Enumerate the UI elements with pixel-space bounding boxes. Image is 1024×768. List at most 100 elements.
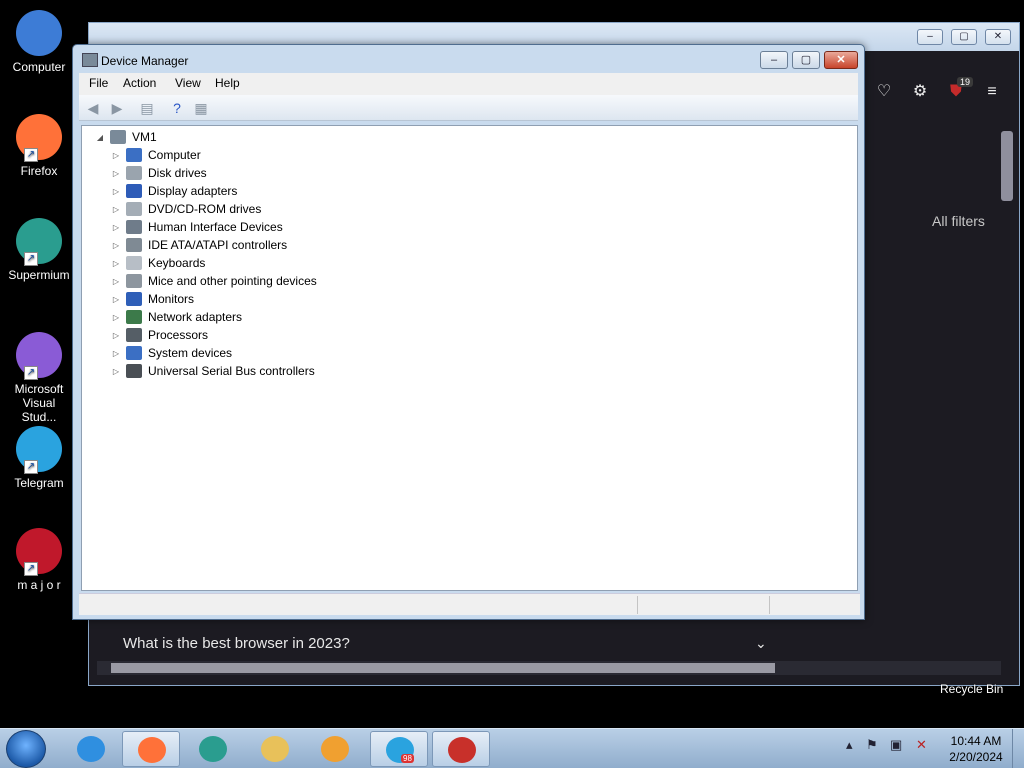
horizontal-scrollbar[interactable] [97,661,1001,675]
expand-icon[interactable]: ▷ [110,205,122,214]
ublock-badge: 19 [957,77,974,87]
taskbar-telegram-button[interactable]: 98 [370,731,428,767]
maximize-button[interactable]: ▢ [792,51,820,69]
toolbox-icon [448,737,476,763]
tree-node-label: Computer [148,148,201,162]
show-desktop-button[interactable] [1012,729,1024,768]
expand-icon[interactable]: ▷ [110,187,122,196]
expand-icon[interactable]: ▷ [110,331,122,340]
expand-icon[interactable]: ▷ [110,367,122,376]
help-icon[interactable]: ? [167,99,187,117]
clock-date: 2/20/2024 [949,750,1003,764]
tree-node[interactable]: ▷ Disk drives [110,164,207,182]
properties-icon[interactable]: ▦ [191,99,211,117]
expand-icon[interactable]: ▷ [110,277,122,286]
tree-node[interactable]: ▷ Monitors [110,290,194,308]
desktop-icon[interactable]: ↗ Microsoft Visual Stud... [4,332,74,424]
tree-node[interactable]: ▷ Network adapters [110,308,242,326]
browser-minimize-button[interactable]: – [917,29,943,45]
desktop-icon-label: m a j o r [17,578,61,592]
minimize-button[interactable]: – [760,51,788,69]
folder-icon [261,736,289,762]
browser-close-button[interactable]: ✕ [985,29,1011,45]
menu-view[interactable]: View [175,76,201,90]
expand-icon[interactable]: ▷ [110,349,122,358]
collapse-icon[interactable]: ◢ [94,133,106,142]
expand-icon[interactable]: ▷ [110,241,122,250]
processor-icon [126,328,142,342]
status-bar [79,593,860,615]
expand-icon[interactable]: ▷ [110,259,122,268]
extensions-icon[interactable]: ⚙ [909,81,931,103]
taskbar-firefox-button[interactable] [122,731,180,767]
hscroll-thumb[interactable] [111,663,775,673]
tree-root[interactable]: ◢ VM1 [94,128,157,146]
tree-node[interactable]: ▷ Display adapters [110,182,237,200]
network-icon[interactable]: ▣ [890,737,902,753]
tree-node[interactable]: ▷ Processors [110,326,208,344]
menu-file[interactable]: File [89,76,108,90]
status-divider [637,596,638,614]
volume-muted-icon[interactable]: ✕ [916,737,927,753]
desktop-icon[interactable]: ↗ Telegram [4,426,74,490]
pocket-icon[interactable]: ♡ [873,81,895,103]
menu-action[interactable]: Action [123,76,156,90]
taskbar-device-manager-button[interactable] [432,731,490,767]
show-hidden-icons-icon[interactable]: ▴ [846,737,853,753]
scroll-thumb[interactable] [1001,131,1013,201]
desktop-icon[interactable]: ↗ m a j o r [4,528,74,592]
expand-icon[interactable]: ▷ [110,295,122,304]
tree-node-label: Universal Serial Bus controllers [148,364,315,378]
device-tree[interactable]: ◢ VM1 ▷ Computer ▷ Disk drives ▷ Display adap… [81,125,858,591]
tree-node[interactable]: ▷ Human Interface Devices [110,218,283,236]
tree-node[interactable]: ▷ Keyboards [110,254,205,272]
tree-node-label: Human Interface Devices [148,220,283,234]
taskbar-internet-explorer-button[interactable] [62,731,120,767]
clock[interactable]: 10:44 AM 2/20/2024 [944,733,1008,765]
tree-node[interactable]: ▷ IDE ATA/ATAPI controllers [110,236,287,254]
firefox-icon: ↗ [16,114,62,162]
tree-node-label: DVD/CD-ROM drives [148,202,262,216]
tree-node-label: Keyboards [148,256,206,270]
shortcut-arrow-icon: ↗ [24,460,38,474]
desktop-icon-label: Supermium [8,268,70,282]
device-manager-window: Device Manager – ▢ ✕ File Action View He… [72,44,865,620]
close-button[interactable]: ✕ [824,51,858,69]
keyboard-icon [126,256,142,270]
chevron-down-icon[interactable]: ⌄ [755,635,767,652]
menu-help[interactable]: Help [215,76,240,90]
status-divider [769,596,770,614]
tree-node[interactable]: ▷ Mice and other pointing devices [110,272,317,290]
recycle-bin-label[interactable]: Recycle Bin [940,682,1003,696]
toolbar: ◀ ▶ ▤ ? ▦ [79,95,858,121]
show-hide-console-tree-icon[interactable]: ▤ [137,99,157,117]
desktop-icon[interactable]: ↗ Supermium [4,218,74,282]
faq-question[interactable]: What is the best browser in 2023? [123,635,350,652]
forward-icon[interactable]: ▶ [107,99,127,117]
tree-node[interactable]: ▷ System devices [110,344,232,362]
tree-node-label: Monitors [148,292,195,306]
taskbar-media-player-button[interactable] [306,731,364,767]
ide-controller-icon [126,238,142,252]
tree-node[interactable]: ▷ Computer [110,146,201,164]
back-icon[interactable]: ◀ [83,99,103,117]
tree-node-label: Display adapters [148,184,238,198]
expand-icon[interactable]: ▷ [110,223,122,232]
taskbar-file-explorer-button[interactable] [246,731,304,767]
tree-node[interactable]: ▷ Universal Serial Bus controllers [110,362,315,380]
dvd-drive-icon [126,202,142,216]
expand-icon[interactable]: ▷ [110,151,122,160]
expand-icon[interactable]: ▷ [110,313,122,322]
taskbar-supermium-button[interactable] [184,731,242,767]
browser-maximize-button[interactable]: ▢ [951,29,977,45]
desktop-icon[interactable]: Computer [4,10,74,74]
tree-node[interactable]: ▷ DVD/CD-ROM drives [110,200,261,218]
all-filters-button[interactable]: All filters [932,213,985,229]
hid-icon [126,220,142,234]
start-button[interactable] [6,730,46,768]
menu-icon[interactable]: ≡ [981,81,1003,103]
browser-scrollbar[interactable] [999,119,1015,679]
expand-icon[interactable]: ▷ [110,169,122,178]
desktop-icon[interactable]: ↗ Firefox [4,114,74,178]
action-center-flag-icon[interactable]: ⚑ [866,737,878,753]
